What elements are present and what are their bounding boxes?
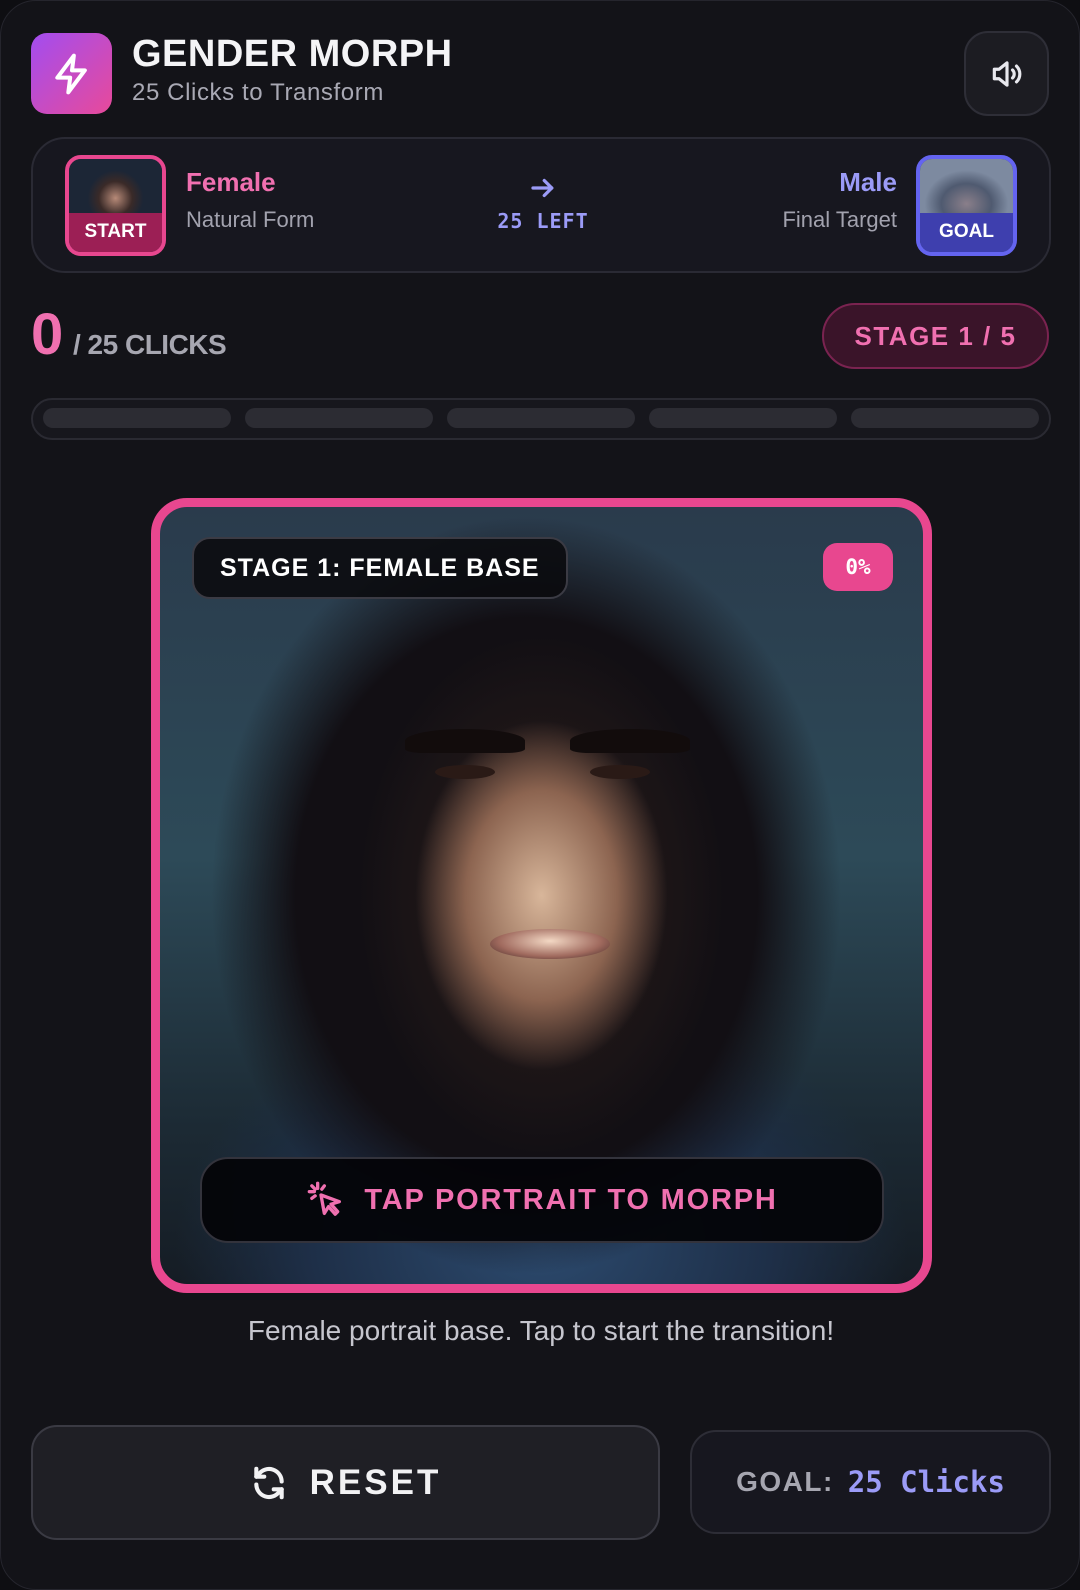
- progress-segment: [649, 408, 837, 428]
- reset-button[interactable]: RESET: [31, 1425, 660, 1540]
- speaker-volume-icon: [992, 60, 1021, 87]
- goal-tag: GOAL: [920, 212, 1013, 252]
- portrait-mouth: [490, 929, 610, 959]
- tap-to-morph-button[interactable]: TAP PORTRAIT TO MORPH: [200, 1157, 884, 1243]
- refresh-icon: [253, 1466, 284, 1499]
- app-window: GENDER MORPH 25 Clicks to Transform STAR…: [0, 0, 1080, 1590]
- arrow-right-icon: [531, 178, 554, 198]
- morph-portrait[interactable]: STAGE 1: FEMALE BASE 0% TAP PORTRAIT TO …: [151, 498, 932, 1293]
- stage-caption: Female portrait base. Tap to start the t…: [247, 1315, 835, 1346]
- stage-progress-bar: [31, 398, 1051, 440]
- goal-portrait-thumbnail: GOAL: [916, 155, 1017, 256]
- stage-name-label: STAGE 1: FEMALE BASE: [192, 537, 568, 599]
- goal-value: 25 Clicks: [847, 1465, 1005, 1499]
- progress-segment: [245, 408, 433, 428]
- click-counter: 0: [31, 302, 64, 367]
- header: GENDER MORPH 25 Clicks to Transform: [31, 31, 1049, 116]
- start-face-image: [69, 159, 162, 215]
- goal-face-image: [920, 159, 1013, 215]
- progress-segment: [447, 408, 635, 428]
- portrait-left-eye: [435, 765, 495, 779]
- from-gender-title: Female: [186, 167, 276, 197]
- app-title: GENDER MORPH: [132, 33, 453, 75]
- progress-segment: [851, 408, 1039, 428]
- morph-percent-badge: 0%: [823, 543, 893, 591]
- clicks-left-label: 25 LEFT: [497, 209, 589, 233]
- click-total-label: / 25 CLICKS: [73, 329, 227, 360]
- pointer-click-icon: [308, 1181, 342, 1216]
- tap-to-morph-label: TAP PORTRAIT TO MORPH: [364, 1183, 778, 1216]
- to-gender-title: Male: [839, 167, 897, 197]
- portrait-right-brow: [570, 729, 690, 753]
- app-subtitle: 25 Clicks to Transform: [132, 79, 384, 106]
- to-gender-subtitle: Final Target: [782, 207, 897, 232]
- goal-summary: GOAL: 25 Clicks: [690, 1430, 1051, 1534]
- lightning-bolt-icon: [31, 33, 112, 114]
- reset-label: RESET: [309, 1462, 442, 1502]
- from-gender-subtitle: Natural Form: [186, 207, 315, 232]
- transform-summary-card: START Female Natural Form 25 LEFT Male F…: [31, 137, 1051, 273]
- goal-label: GOAL:: [736, 1466, 834, 1497]
- stage-badge: STAGE 1 / 5: [822, 303, 1049, 369]
- start-tag: START: [69, 212, 162, 252]
- progress-segment: [43, 408, 231, 428]
- portrait-right-eye: [590, 765, 650, 779]
- portrait-left-brow: [405, 729, 525, 753]
- sound-toggle-button[interactable]: [964, 31, 1049, 116]
- start-portrait-thumbnail: START: [65, 155, 166, 256]
